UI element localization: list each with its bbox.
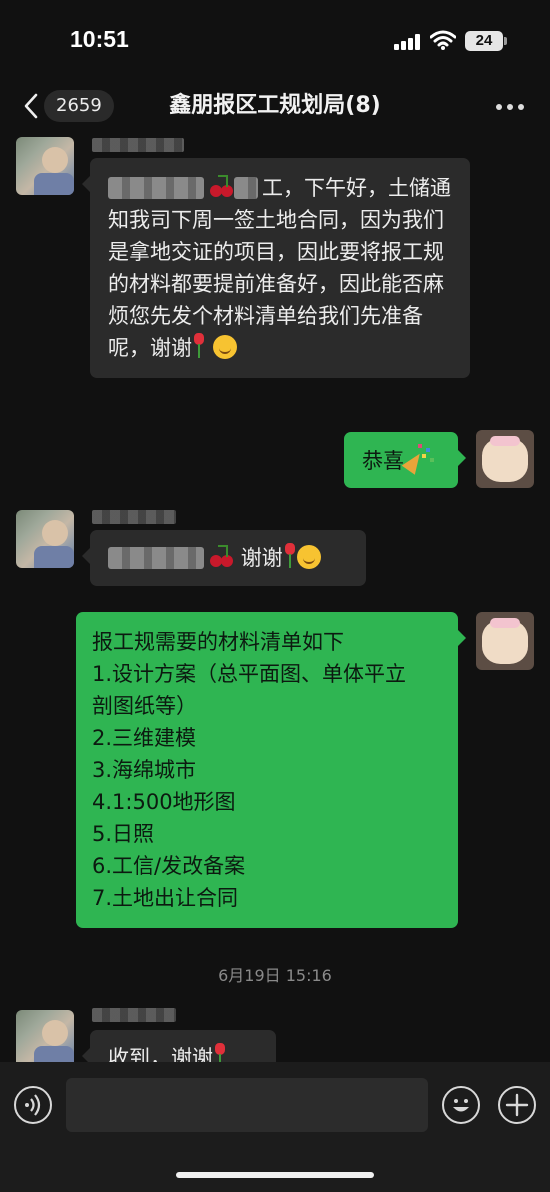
list-item: 3.海绵城市 xyxy=(92,758,197,782)
cellular-signal-icon xyxy=(394,34,424,50)
status-time: 10:51 xyxy=(70,26,129,52)
my-avatar[interactable] xyxy=(476,612,534,670)
chat-title: 鑫朋报区工规划局(8) xyxy=(169,93,381,118)
emoji-face-icon[interactable] xyxy=(442,1086,480,1124)
list-item: 5.日照 xyxy=(92,822,155,846)
sender-avatar[interactable] xyxy=(16,1010,74,1068)
list-item: 2.三维建模 xyxy=(92,726,197,750)
battery-tip xyxy=(504,37,507,45)
voice-icon[interactable] xyxy=(14,1086,52,1124)
status-bar: 10:51 24 xyxy=(0,0,550,80)
more-dots-icon[interactable] xyxy=(494,104,526,112)
battery-icon: 24 xyxy=(465,31,503,51)
chevron-left-icon[interactable] xyxy=(20,90,44,122)
smile-emoji-icon xyxy=(212,335,237,359)
wifi-icon xyxy=(430,30,456,50)
sender-avatar[interactable] xyxy=(16,137,74,195)
smile-emoji-icon xyxy=(296,545,321,569)
message-bubble-incoming[interactable]: 谢谢 xyxy=(82,530,366,586)
message-bubble-outgoing[interactable]: 报工规需要的材料清单如下 1.设计方案（总平面图、单体平立 剖图纸等） 2.三维… xyxy=(76,612,466,928)
list-item: 剖图纸等） xyxy=(92,694,197,718)
tulip-emoji-icon xyxy=(283,543,297,569)
list-item: 7.土地出让合同 xyxy=(92,886,239,910)
message-input[interactable] xyxy=(66,1078,428,1132)
list-item: 6.工信/发改备案 xyxy=(92,854,246,878)
sender-name-blurred xyxy=(92,138,184,152)
list-item: 1.设计方案（总平面图、单体平立 xyxy=(92,662,407,686)
message-text: 恭喜 xyxy=(362,449,404,473)
message-bubble-incoming[interactable]: 工，下午好，土储通知我司下周一签土地合同，因为我们是拿地交证的项目，因此要将报工… xyxy=(82,158,470,378)
sender-name-blurred xyxy=(92,1008,176,1022)
list-item: 报工规需要的材料清单如下 xyxy=(92,630,344,654)
message-bubble-outgoing[interactable]: 恭喜 xyxy=(344,432,466,488)
party-popper-emoji-icon xyxy=(404,444,434,472)
cherry-emoji-icon xyxy=(208,545,234,569)
tulip-emoji-icon xyxy=(192,333,206,359)
unread-count-badge[interactable]: 2659 xyxy=(44,90,114,122)
message-text: 工，下午好，土储通知我司下周一签土地合同，因为我们是拿地交证的项目，因此要将报工… xyxy=(108,176,451,360)
mention-name-blurred xyxy=(108,547,204,569)
sender-avatar[interactable] xyxy=(16,510,74,568)
message-timestamp: 6月19日 15:16 xyxy=(218,966,332,985)
plus-icon[interactable] xyxy=(498,1086,536,1124)
home-indicator xyxy=(176,1172,374,1178)
message-text: 谢谢 xyxy=(240,546,283,570)
mention-name-blurred xyxy=(234,177,258,199)
list-item: 4.1:500地形图 xyxy=(92,790,236,814)
my-avatar[interactable] xyxy=(476,430,534,488)
cherry-emoji-icon xyxy=(208,175,234,199)
sender-name-blurred xyxy=(92,510,176,524)
chat-header: 2659 鑫朋报区工规划局(8) xyxy=(0,80,550,134)
mention-name-blurred xyxy=(108,177,204,199)
